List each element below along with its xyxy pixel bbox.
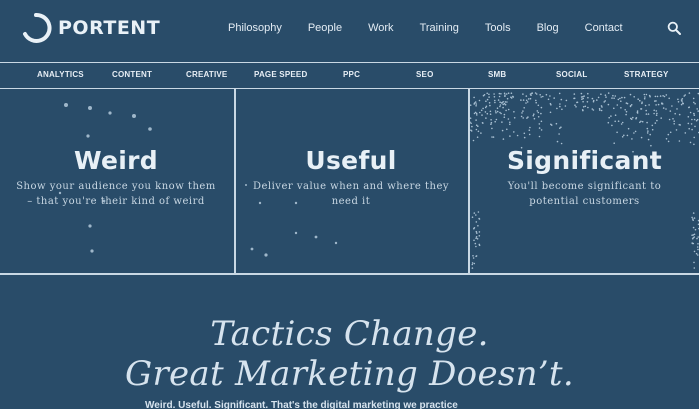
nav-item-tools[interactable]: Tools [485,22,511,34]
nav-item-contact[interactable]: Contact [585,22,623,34]
nav-item-philosophy[interactable]: Philosophy [228,22,282,34]
panel-title: Weird [74,146,158,175]
panel-significant[interactable]: Significant You'll become significant to… [468,89,699,273]
brand-name: PORTENT [58,17,161,39]
nav-item-blog[interactable]: Blog [537,22,559,34]
panel-title: Significant [506,146,663,175]
subnav-item-seo[interactable]: SEO [416,70,434,79]
hero-heading-line-1: Tactics Change. [210,314,489,354]
subnav-item-page-speed[interactable]: PAGE SPEED [254,70,307,79]
panel-description: Show your audience you know them – that … [16,181,216,207]
main-nav: Philosophy People Work Training Tools Bl… [228,22,649,34]
hero-tagline: Weird. Useful. Significant. That's the d… [145,400,458,409]
panel-title: Useful [305,146,397,175]
portent-logo-icon [23,12,52,43]
nav-item-work[interactable]: Work [368,22,393,34]
hero-heading-line-2: Great Marketing Doesn’t. [124,354,575,394]
portent-logo[interactable]: PORTENT [20,12,160,44]
search-icon[interactable] [667,21,681,35]
subnav-item-analytics[interactable]: ANALYTICS [37,70,84,79]
nav-item-training[interactable]: Training [420,22,459,34]
panel-description: Deliver value when and where they need i… [252,181,450,207]
site-header: PORTENT Philosophy People Work Training … [0,0,699,60]
value-panels: Weird Show your audience you know them –… [0,89,699,275]
panel-useful[interactable]: Useful Deliver value when and where they… [234,89,466,273]
subnav-item-creative[interactable]: CREATIVE [186,70,227,79]
service-subnav: ANALYTICS CONTENT CREATIVE PAGE SPEED PP… [0,62,699,89]
nav-item-people[interactable]: People [308,22,342,34]
subnav-item-social[interactable]: SOCIAL [556,70,587,79]
subnav-item-content[interactable]: CONTENT [112,70,152,79]
panel-description: You'll become significant to potential c… [507,181,662,207]
panel-weird[interactable]: Weird Show your audience you know them –… [0,89,232,273]
subnav-item-ppc[interactable]: PPC [343,70,360,79]
subnav-item-strategy[interactable]: STRATEGY [624,70,669,79]
subnav-item-smb[interactable]: SMB [488,70,506,79]
